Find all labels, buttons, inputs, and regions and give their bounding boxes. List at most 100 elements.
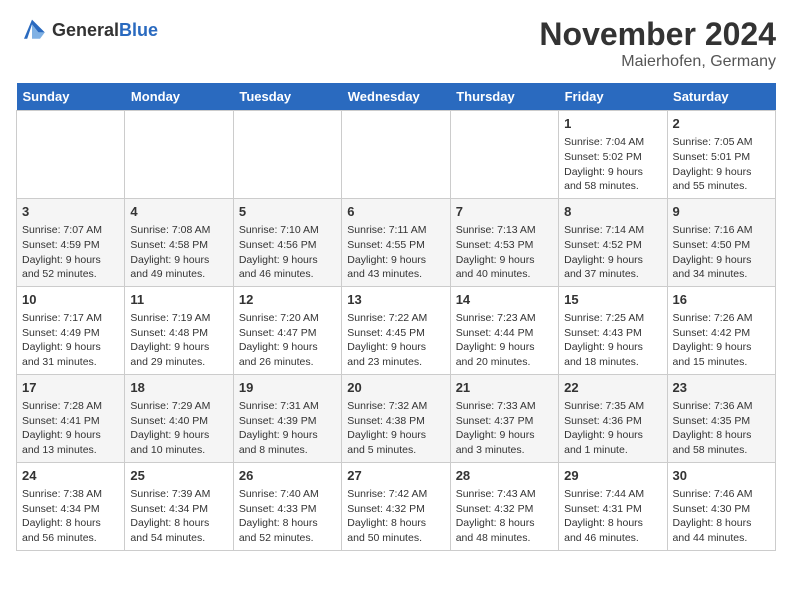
day-info: Sunrise: 7:35 AM Sunset: 4:36 PM Dayligh… — [564, 399, 661, 458]
calendar-cell: 20 Sunrise: 7:32 AM Sunset: 4:38 PM Dayli… — [342, 374, 450, 462]
day-number: 20 — [347, 379, 444, 397]
header-friday: Friday — [559, 83, 667, 111]
main-title: November 2024 — [539, 16, 776, 53]
day-info: Sunrise: 7:40 AM Sunset: 4:33 PM Dayligh… — [239, 487, 336, 546]
subtitle: Maierhofen, Germany — [539, 53, 776, 71]
calendar-cell: 14 Sunrise: 7:23 AM Sunset: 4:44 PM Dayli… — [450, 286, 558, 374]
calendar-cell: 30 Sunrise: 7:46 AM Sunset: 4:30 PM Dayli… — [667, 462, 775, 550]
day-number: 14 — [456, 291, 553, 309]
calendar-cell — [17, 111, 125, 199]
day-number: 10 — [22, 291, 119, 309]
calendar-header-row: SundayMondayTuesdayWednesdayThursdayFrid… — [17, 83, 776, 111]
day-info: Sunrise: 7:17 AM Sunset: 4:49 PM Dayligh… — [22, 311, 119, 370]
day-number: 17 — [22, 379, 119, 397]
calendar-cell: 1Sunrise: 7:04 AM Sunset: 5:02 PM Daylig… — [559, 111, 667, 199]
header-sunday: Sunday — [17, 83, 125, 111]
calendar-cell: 8 Sunrise: 7:14 AM Sunset: 4:52 PM Daylig… — [559, 198, 667, 286]
day-info: Sunrise: 7:26 AM Sunset: 4:42 PM Dayligh… — [673, 311, 770, 370]
logo-general: GeneralBlue — [52, 20, 158, 41]
day-info: Sunrise: 7:08 AM Sunset: 4:58 PM Dayligh… — [130, 223, 227, 282]
calendar-cell — [342, 111, 450, 199]
day-info: Sunrise: 7:28 AM Sunset: 4:41 PM Dayligh… — [22, 399, 119, 458]
calendar-cell: 10 Sunrise: 7:17 AM Sunset: 4:49 PM Dayli… — [17, 286, 125, 374]
day-info: Sunrise: 7:29 AM Sunset: 4:40 PM Dayligh… — [130, 399, 227, 458]
day-number: 21 — [456, 379, 553, 397]
calendar-cell: 4 Sunrise: 7:08 AM Sunset: 4:58 PM Daylig… — [125, 198, 233, 286]
day-number: 15 — [564, 291, 661, 309]
calendar-cell: 26Sunrise: 7:40 AM Sunset: 4:33 PM Dayli… — [233, 462, 341, 550]
day-info: Sunrise: 7:43 AM Sunset: 4:32 PM Dayligh… — [456, 487, 553, 546]
week-row-1: 3 Sunrise: 7:07 AM Sunset: 4:59 PM Daylig… — [17, 198, 776, 286]
day-info: Sunrise: 7:05 AM Sunset: 5:01 PM Dayligh… — [673, 135, 770, 194]
day-info: Sunrise: 7:22 AM Sunset: 4:45 PM Dayligh… — [347, 311, 444, 370]
week-row-4: 24Sunrise: 7:38 AM Sunset: 4:34 PM Dayli… — [17, 462, 776, 550]
day-info: Sunrise: 7:07 AM Sunset: 4:59 PM Dayligh… — [22, 223, 119, 282]
calendar-cell: 18Sunrise: 7:29 AM Sunset: 4:40 PM Dayli… — [125, 374, 233, 462]
day-info: Sunrise: 7:11 AM Sunset: 4:55 PM Dayligh… — [347, 223, 444, 282]
logo-icon — [16, 16, 48, 44]
day-number: 25 — [130, 467, 227, 485]
calendar-cell: 5 Sunrise: 7:10 AM Sunset: 4:56 PM Daylig… — [233, 198, 341, 286]
calendar-cell: 17 Sunrise: 7:28 AM Sunset: 4:41 PM Dayli… — [17, 374, 125, 462]
day-info: Sunrise: 7:10 AM Sunset: 4:56 PM Dayligh… — [239, 223, 336, 282]
day-info: Sunrise: 7:46 AM Sunset: 4:30 PM Dayligh… — [673, 487, 770, 546]
calendar-cell: 7 Sunrise: 7:13 AM Sunset: 4:53 PM Daylig… — [450, 198, 558, 286]
day-info: Sunrise: 7:42 AM Sunset: 4:32 PM Dayligh… — [347, 487, 444, 546]
day-number: 16 — [673, 291, 770, 309]
day-number: 13 — [347, 291, 444, 309]
day-number: 8 — [564, 203, 661, 221]
calendar-cell: 22 Sunrise: 7:35 AM Sunset: 4:36 PM Dayli… — [559, 374, 667, 462]
day-info: Sunrise: 7:32 AM Sunset: 4:38 PM Dayligh… — [347, 399, 444, 458]
calendar-cell: 27 Sunrise: 7:42 AM Sunset: 4:32 PM Dayli… — [342, 462, 450, 550]
header-tuesday: Tuesday — [233, 83, 341, 111]
calendar-cell: 19Sunrise: 7:31 AM Sunset: 4:39 PM Dayli… — [233, 374, 341, 462]
day-number: 28 — [456, 467, 553, 485]
calendar-cell: 3 Sunrise: 7:07 AM Sunset: 4:59 PM Daylig… — [17, 198, 125, 286]
day-info: Sunrise: 7:20 AM Sunset: 4:47 PM Dayligh… — [239, 311, 336, 370]
header-saturday: Saturday — [667, 83, 775, 111]
day-number: 11 — [130, 291, 227, 309]
calendar-cell: 11 Sunrise: 7:19 AM Sunset: 4:48 PM Dayli… — [125, 286, 233, 374]
calendar-cell: 16 Sunrise: 7:26 AM Sunset: 4:42 PM Dayli… — [667, 286, 775, 374]
calendar-cell — [125, 111, 233, 199]
day-number: 24 — [22, 467, 119, 485]
header: GeneralBlue November 2024 Maierhofen, Ge… — [16, 16, 776, 71]
week-row-3: 17 Sunrise: 7:28 AM Sunset: 4:41 PM Dayli… — [17, 374, 776, 462]
day-number: 27 — [347, 467, 444, 485]
calendar-cell: 21Sunrise: 7:33 AM Sunset: 4:37 PM Dayli… — [450, 374, 558, 462]
week-row-2: 10 Sunrise: 7:17 AM Sunset: 4:49 PM Dayli… — [17, 286, 776, 374]
day-number: 2 — [673, 115, 770, 133]
title-section: November 2024 Maierhofen, Germany — [539, 16, 776, 71]
day-info: Sunrise: 7:04 AM Sunset: 5:02 PM Dayligh… — [564, 135, 661, 194]
day-number: 29 — [564, 467, 661, 485]
header-monday: Monday — [125, 83, 233, 111]
day-info: Sunrise: 7:19 AM Sunset: 4:48 PM Dayligh… — [130, 311, 227, 370]
header-wednesday: Wednesday — [342, 83, 450, 111]
day-number: 19 — [239, 379, 336, 397]
day-number: 30 — [673, 467, 770, 485]
day-info: Sunrise: 7:14 AM Sunset: 4:52 PM Dayligh… — [564, 223, 661, 282]
calendar-cell: 6 Sunrise: 7:11 AM Sunset: 4:55 PM Daylig… — [342, 198, 450, 286]
day-info: Sunrise: 7:13 AM Sunset: 4:53 PM Dayligh… — [456, 223, 553, 282]
week-row-0: 1Sunrise: 7:04 AM Sunset: 5:02 PM Daylig… — [17, 111, 776, 199]
calendar-cell: 15 Sunrise: 7:25 AM Sunset: 4:43 PM Dayli… — [559, 286, 667, 374]
day-number: 6 — [347, 203, 444, 221]
calendar-cell: 9Sunrise: 7:16 AM Sunset: 4:50 PM Daylig… — [667, 198, 775, 286]
day-info: Sunrise: 7:25 AM Sunset: 4:43 PM Dayligh… — [564, 311, 661, 370]
day-number: 9 — [673, 203, 770, 221]
day-number: 7 — [456, 203, 553, 221]
day-number: 5 — [239, 203, 336, 221]
day-info: Sunrise: 7:36 AM Sunset: 4:35 PM Dayligh… — [673, 399, 770, 458]
header-thursday: Thursday — [450, 83, 558, 111]
day-number: 3 — [22, 203, 119, 221]
day-number: 22 — [564, 379, 661, 397]
calendar-cell: 29 Sunrise: 7:44 AM Sunset: 4:31 PM Dayli… — [559, 462, 667, 550]
day-info: Sunrise: 7:39 AM Sunset: 4:34 PM Dayligh… — [130, 487, 227, 546]
logo: GeneralBlue — [16, 16, 158, 44]
calendar-table: SundayMondayTuesdayWednesdayThursdayFrid… — [16, 83, 776, 551]
day-info: Sunrise: 7:44 AM Sunset: 4:31 PM Dayligh… — [564, 487, 661, 546]
day-info: Sunrise: 7:23 AM Sunset: 4:44 PM Dayligh… — [456, 311, 553, 370]
day-number: 4 — [130, 203, 227, 221]
calendar-cell: 25 Sunrise: 7:39 AM Sunset: 4:34 PM Dayli… — [125, 462, 233, 550]
calendar-cell: 24Sunrise: 7:38 AM Sunset: 4:34 PM Dayli… — [17, 462, 125, 550]
